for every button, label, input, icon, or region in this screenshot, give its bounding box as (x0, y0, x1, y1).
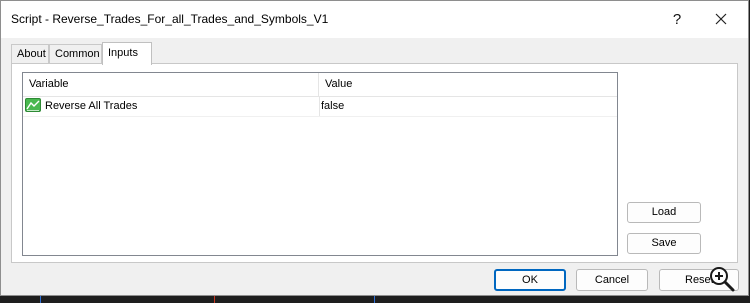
variable-cell[interactable]: Reverse All Trades (25, 97, 317, 116)
grid-header: Variable Value (23, 73, 617, 97)
tab-common[interactable]: Common (49, 44, 102, 64)
tab-about[interactable]: About (11, 44, 49, 64)
column-divider (319, 97, 320, 116)
zoom-in-icon[interactable] (708, 265, 736, 293)
chart-background-line (214, 296, 215, 303)
save-button[interactable]: Save (627, 233, 701, 254)
help-icon: ? (672, 10, 682, 28)
title-bar[interactable]: Script - Reverse_Trades_For_all_Trades_a… (1, 1, 748, 38)
script-dialog: Script - Reverse_Trades_For_all_Trades_a… (0, 0, 749, 296)
ok-button[interactable]: OK (494, 269, 566, 291)
tab-strip: About Common Inputs (11, 42, 738, 65)
dialog-title: Script - Reverse_Trades_For_all_Trades_a… (11, 12, 329, 26)
chart-background-line (40, 296, 41, 303)
close-icon (715, 13, 727, 25)
load-button[interactable]: Load (627, 202, 701, 223)
inputs-grid[interactable]: Variable Value Reverse All Trades false (22, 72, 618, 256)
chart-background-line (374, 296, 375, 303)
table-row[interactable]: Reverse All Trades false (23, 97, 617, 117)
cancel-button[interactable]: Cancel (576, 269, 648, 291)
column-header-variable[interactable]: Variable (23, 73, 319, 96)
variable-name: Reverse All Trades (45, 100, 138, 112)
parameter-icon (25, 98, 41, 113)
close-button[interactable] (706, 6, 736, 32)
tab-inputs[interactable]: Inputs (102, 42, 152, 65)
value-cell[interactable]: false (321, 97, 611, 116)
help-button[interactable]: ? (662, 6, 692, 32)
column-header-value[interactable]: Value (319, 73, 617, 96)
inputs-panel: Variable Value Reverse All Trades false … (11, 63, 738, 263)
